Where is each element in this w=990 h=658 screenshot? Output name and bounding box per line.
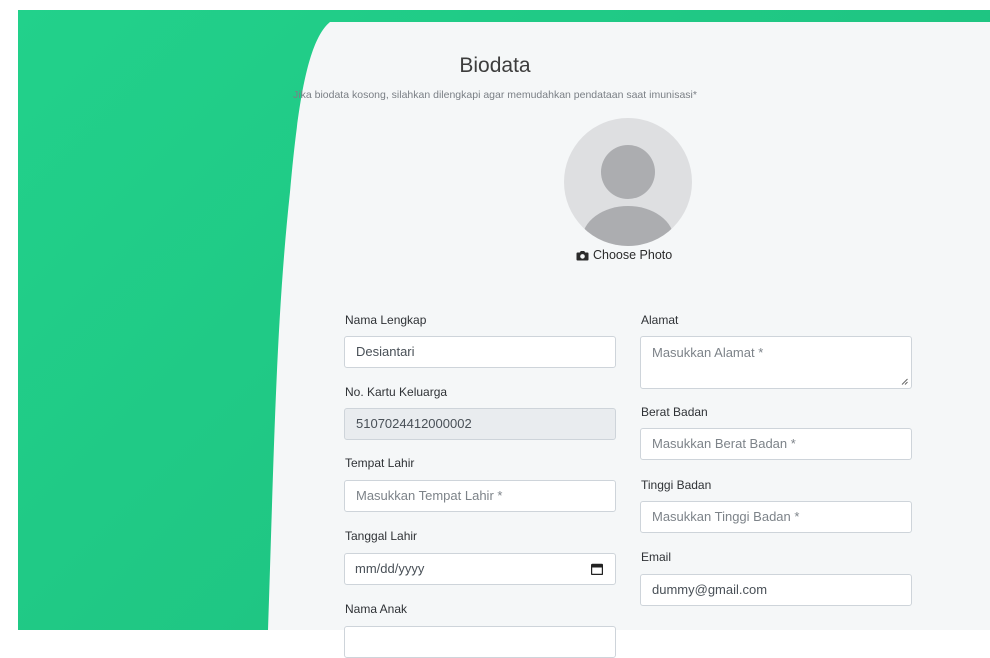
no-kk-label: No. Kartu Keluarga — [345, 385, 448, 399]
tinggi-badan-label: Tinggi Badan — [641, 478, 712, 492]
berat-badan-label: Berat Badan — [641, 405, 708, 419]
nama-anak-input[interactable] — [344, 626, 616, 658]
page-subtitle: Jika biodata kosong, silahkan dilengkapi… — [293, 89, 697, 101]
nama-anak-label: Nama Anak — [345, 602, 408, 616]
berat-badan-input[interactable]: Masukkan Berat Badan * — [640, 428, 912, 460]
tinggi-badan-input[interactable]: Masukkan Tinggi Badan * — [640, 501, 912, 533]
nama-lengkap-input[interactable]: Desiantari — [344, 336, 616, 368]
camera-icon — [576, 250, 589, 260]
resize-handle-icon[interactable] — [901, 378, 908, 385]
nama-lengkap-label: Nama Lengkap — [345, 313, 427, 327]
choose-photo-button[interactable]: Choose Photo — [576, 248, 672, 262]
email-label: Email — [641, 550, 672, 564]
page-title: Biodata — [459, 54, 531, 77]
avatar[interactable] — [564, 118, 692, 246]
user-placeholder-icon — [582, 145, 674, 246]
email-input[interactable]: dummy@gmail.com — [640, 574, 912, 606]
tanggal-lahir-label: Tanggal Lahir — [345, 529, 418, 543]
tempat-lahir-label: Tempat Lahir — [345, 456, 415, 470]
alamat-textarea[interactable]: Masukkan Alamat * — [640, 336, 912, 389]
tanggal-lahir-placeholder: mm/dd/yyyy — [355, 561, 425, 576]
alamat-label: Alamat — [641, 313, 679, 327]
tanggal-lahir-input[interactable]: mm/dd/yyyy — [344, 553, 616, 585]
no-kk-input[interactable]: 5107024412000002 — [344, 408, 616, 440]
calendar-icon[interactable] — [591, 563, 603, 575]
tempat-lahir-input[interactable]: Masukkan Tempat Lahir * — [344, 480, 616, 512]
alamat-placeholder: Masukkan Alamat * — [652, 345, 764, 360]
choose-photo-label: Choose Photo — [593, 248, 673, 262]
